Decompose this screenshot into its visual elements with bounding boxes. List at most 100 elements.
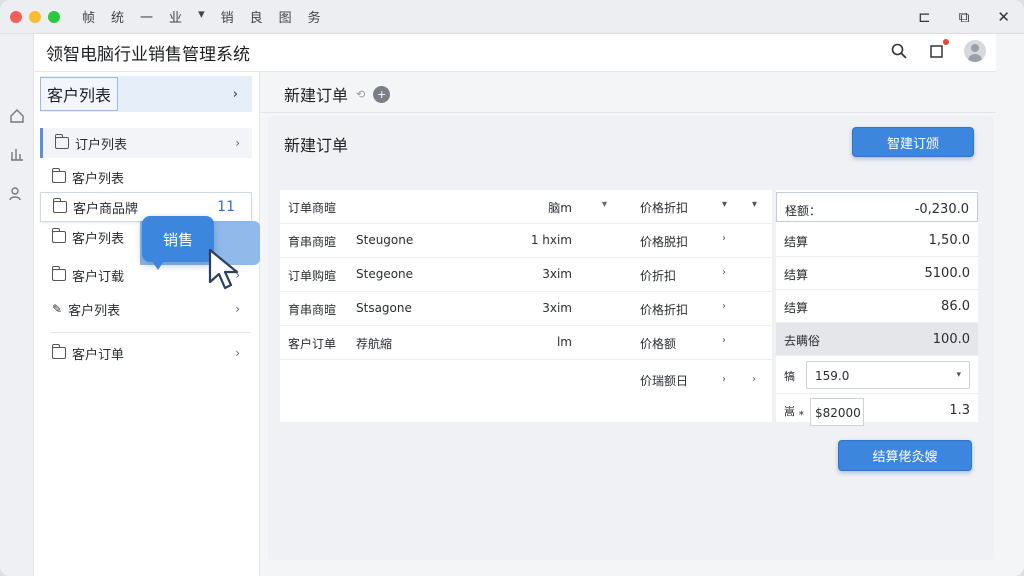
sidebar-item-label: 客户订单 <box>72 347 125 363</box>
sidebar-item-customer-order[interactable]: 客户订单 › <box>40 338 252 368</box>
add-icon[interactable]: + <box>373 85 391 103</box>
menu-item[interactable]: 帧 <box>82 7 97 26</box>
menu-item[interactable]: 业 <box>169 7 184 26</box>
search-icon[interactable] <box>888 40 910 62</box>
chevron-right-icon[interactable]: › <box>722 335 726 346</box>
summary-select-row: 犒 159.0 ▾ <box>776 356 978 394</box>
table-row[interactable]: 客户订单 荐航縮 lm 价格额 › <box>280 326 772 360</box>
main-content: 新建订单 ⟲ + 新建订单 智建订颁 订单商暄 脑m ▾ 价格折扣 ▾ ▾ 育串… <box>260 72 996 576</box>
summary-value: 100.0 <box>932 332 970 347</box>
chevron-right-icon[interactable]: › <box>722 267 726 278</box>
table-cell: 荐航縮 <box>356 337 393 351</box>
table-cell: 价格折扣 <box>640 303 689 317</box>
summary-row[interactable]: 柽额： -0,230.0 <box>776 192 978 222</box>
sidebar-header[interactable]: 客户列表 › <box>40 76 252 112</box>
minimize-icon[interactable]: ⊏ <box>918 8 931 26</box>
summary-label: 柽额： <box>785 204 822 218</box>
table-cell: 价格额 <box>640 337 677 351</box>
document-icon <box>52 344 66 359</box>
window-controls: ⊏ ⧉ ✕ <box>918 0 1024 34</box>
order-items-table: 订单商暄 脑m ▾ 价格折扣 ▾ ▾ 育串商暄 Steugone 1 hxim … <box>280 190 772 422</box>
chevron-down-icon[interactable]: ▾ <box>752 199 757 210</box>
chevron-right-icon: › <box>232 86 238 102</box>
sidebar-header-label: 客户列表 <box>40 77 119 111</box>
mouse-cursor-icon <box>208 248 239 290</box>
summary-row: 结算 86.0 <box>776 290 978 323</box>
restore-icon[interactable]: ⧉ <box>959 8 970 26</box>
chevron-right-icon[interactable]: › <box>722 301 726 312</box>
table-row[interactable]: 育串商暄 Steugone 1 hxim 价格脱扣 › <box>280 224 772 258</box>
menu-item[interactable]: 销 <box>221 7 236 26</box>
users-icon[interactable] <box>9 186 25 202</box>
menu-item[interactable]: 良 <box>250 7 265 26</box>
sidebar-item-label: 客户订载 <box>72 269 125 285</box>
notification-icon[interactable] <box>926 39 949 62</box>
chart-icon[interactable] <box>9 146 25 162</box>
chevron-down-icon[interactable]: ▾ <box>602 199 607 210</box>
menu-item[interactable]: 一 <box>140 7 155 26</box>
summary-value: 1,50.0 <box>928 233 970 248</box>
chevron-down-icon[interactable]: ▾ <box>722 199 727 210</box>
close-icon[interactable]: ✕ <box>997 8 1010 26</box>
sidebar-item-label: 客户列表 <box>68 303 121 319</box>
home-icon[interactable] <box>9 108 25 124</box>
table-cell: 价折扣 <box>640 269 677 283</box>
folder-icon <box>52 168 66 183</box>
refresh-icon[interactable]: ⟲ <box>356 88 365 101</box>
summary-label: 去瞒俗 <box>784 334 821 348</box>
chevron-right-icon[interactable]: › <box>752 374 756 385</box>
table-cell: 3xim <box>542 301 572 315</box>
table-cell: lm <box>556 335 572 349</box>
table-cell: Stegeone <box>356 267 414 281</box>
checkout-button[interactable]: 结算佬灸嫂 <box>838 440 972 471</box>
discount-select[interactable]: 159.0 ▾ <box>806 361 970 389</box>
zoom-window-button[interactable] <box>48 10 60 23</box>
table-row[interactable]: 订单购暄 Stegeone 3xim 价折扣 › <box>280 258 772 292</box>
chevron-right-icon[interactable]: › <box>722 233 726 244</box>
menu-item[interactable]: 图 <box>279 7 294 26</box>
sidebar-item-label: 客户商品牌 <box>73 201 139 217</box>
sidebar-item-customer-list[interactable]: 客户列表 <box>40 162 252 192</box>
table-cell: 育串商暄 <box>288 235 337 249</box>
traffic-lights <box>10 10 60 23</box>
summary-label: 结算 <box>784 235 809 249</box>
table-cell: 客户订单 <box>288 337 337 351</box>
chevron-down-icon: ▾ <box>956 370 961 380</box>
table-cell: 1 hxim <box>530 233 572 247</box>
sidebar-divider <box>50 332 250 333</box>
table-cell: Steugone <box>356 233 414 247</box>
breadcrumb-current[interactable]: 新建订单 <box>284 82 348 106</box>
item-count-badge: 11 <box>217 199 235 215</box>
chevron-right-icon[interactable]: › <box>722 374 726 385</box>
close-window-button[interactable] <box>10 10 22 23</box>
sales-tooltip: 销售 <box>142 216 214 270</box>
table-cell: Stsagone <box>356 301 412 315</box>
table-cell: 3xim <box>542 267 572 281</box>
table-row[interactable]: 价瑞额日 › › <box>280 360 772 404</box>
sidebar-item-customer-list-3[interactable]: ✎ 客户列表 › <box>40 294 252 324</box>
header-divider <box>260 112 996 113</box>
menu-bar: 帧 统 一 业 ▾ 销 良 图 务 <box>82 7 323 26</box>
input-label: 嵩 ⁎ <box>784 405 804 418</box>
avatar[interactable] <box>964 40 986 62</box>
menu-item[interactable]: 务 <box>308 7 323 26</box>
table-row[interactable]: 育串商暄 Stsagone 3xim 价格折扣 › <box>280 292 772 326</box>
create-order-button[interactable]: 智建订颁 <box>852 127 974 157</box>
notification-dot <box>943 39 949 45</box>
column-header: 脑m <box>548 201 572 215</box>
minimize-window-button[interactable] <box>29 10 41 23</box>
table-header-row: 订单商暄 脑m ▾ 价格折扣 ▾ ▾ <box>280 190 772 224</box>
summary-row: 结算 1,50.0 <box>776 224 978 257</box>
summary-row: 结算 5100.0 <box>776 257 978 290</box>
summary-label: 结算 <box>784 301 809 315</box>
summary-value: 5100.0 <box>924 266 971 281</box>
menu-dropdown-icon[interactable]: ▾ <box>198 7 207 26</box>
menu-item[interactable]: 统 <box>111 7 126 26</box>
folder-icon <box>52 228 66 243</box>
sidebar-item-order-list[interactable]: 订户列表 › <box>40 128 252 158</box>
app-title: 领智电脑行业销售管理系统 <box>46 45 250 65</box>
amount-field[interactable]: $82000 <box>810 398 864 426</box>
header-actions <box>888 39 986 62</box>
sidebar-item-label: 订户列表 <box>75 137 128 153</box>
sidebar: 客户列表 › 订户列表 › 客户列表 客户商品牌 11 客户列表 客户订载 › … <box>34 72 260 576</box>
